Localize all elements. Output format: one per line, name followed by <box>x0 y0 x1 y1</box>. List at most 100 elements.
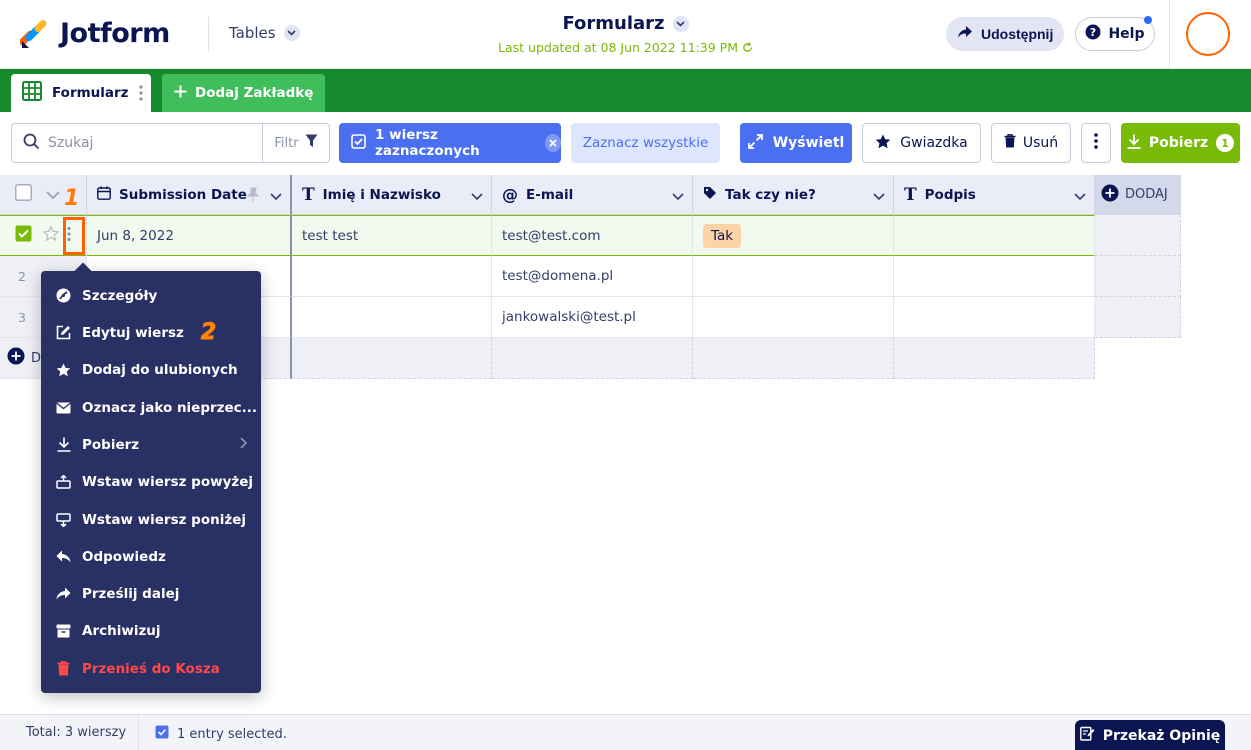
view-button[interactable]: Wyświetl <box>740 123 852 163</box>
feedback-label: Przekaż Opinię <box>1102 727 1221 744</box>
text-icon: T <box>904 184 917 205</box>
menu-item-insert-below[interactable]: Wstaw wiersz poniżej <box>41 501 261 538</box>
archive-icon <box>56 623 71 638</box>
add-row-label: D <box>31 350 42 366</box>
menu-item-download[interactable]: Pobierz <box>41 426 261 463</box>
help-button[interactable]: ? Help <box>1075 16 1155 51</box>
select-all-checkbox[interactable] <box>15 184 32 205</box>
add-tab-button[interactable]: Dodaj Zakładkę <box>162 74 326 112</box>
menu-item-move-to-trash[interactable]: Przenieś do Kosza <box>41 650 261 687</box>
menu-item-reply[interactable]: Odpowiedz <box>41 538 261 575</box>
cell-email[interactable]: test@test.com <box>492 215 693 256</box>
menu-item-forward[interactable]: Prześlij dalej <box>41 575 261 612</box>
download-label: Pobierz <box>1148 135 1209 151</box>
last-updated-text: Last updated at 08 Jun 2022 11:39 PM <box>498 40 738 55</box>
column-header-yes-no[interactable]: Tak czy nie? <box>693 175 894 215</box>
help-icon: ? <box>1085 24 1101 44</box>
tag-icon <box>703 186 717 204</box>
more-options-button[interactable] <box>1081 123 1111 163</box>
pin-icon[interactable] <box>246 187 260 206</box>
chevron-down-icon[interactable] <box>1074 189 1086 205</box>
column-label: Submission Date <box>119 186 247 203</box>
column-header-name[interactable]: T Imię i Nazwisko <box>292 175 492 215</box>
share-button[interactable]: Udostępnij <box>946 17 1065 51</box>
clear-selection-icon[interactable] <box>544 134 561 152</box>
cell-empty <box>1095 297 1181 338</box>
delete-button[interactable]: Usuń <box>991 123 1071 163</box>
expand-icon <box>747 133 763 153</box>
cell-yes-no[interactable] <box>693 256 894 297</box>
cell-email[interactable]: test@domena.pl <box>492 256 693 297</box>
cell-date[interactable]: Jun 8, 2022 <box>87 215 292 256</box>
chevron-down-icon[interactable] <box>672 189 684 205</box>
last-updated: Last updated at 08 Jun 2022 11:39 PM <box>0 40 1251 55</box>
cell-empty <box>492 338 693 379</box>
chevron-down-icon[interactable] <box>270 189 282 205</box>
annotation-step-1: 1 <box>64 186 80 211</box>
menu-item-archive[interactable]: Archiwizuj <box>41 612 261 649</box>
refresh-icon[interactable] <box>742 40 753 55</box>
tab-bar: Formularz Dodaj Zakładkę <box>0 69 1251 112</box>
chevron-down-icon[interactable] <box>873 189 885 205</box>
selected-label: 1 wiersz zaznaczonych <box>375 127 480 159</box>
column-header-email[interactable]: @ E-mail <box>492 175 693 215</box>
cell-signature[interactable] <box>894 215 1095 256</box>
form-title-dropdown[interactable]: Formularz <box>562 13 689 34</box>
edit-icon <box>56 325 71 340</box>
star-icon <box>56 362 71 377</box>
menu-item-add-favorite[interactable]: Dodaj do ulubionych <box>41 351 261 388</box>
reply-icon <box>56 549 71 564</box>
menu-item-label: Przenieś do Kosza <box>82 660 220 677</box>
cell-name[interactable] <box>292 256 492 297</box>
row-checkbox[interactable] <box>15 225 32 246</box>
tab-label: Formularz <box>52 85 129 101</box>
cell-signature[interactable] <box>894 297 1095 338</box>
chevron-down-icon[interactable] <box>471 189 483 205</box>
download-button[interactable]: Pobierz 1 <box>1121 123 1240 163</box>
top-header: Jotform Tables Formularz Last updated at… <box>0 0 1251 69</box>
filter-button[interactable]: Filtr <box>262 124 329 162</box>
feedback-button[interactable]: Przekaż Opinię <box>1075 720 1225 750</box>
add-column-label: DODAJ <box>1125 187 1168 202</box>
tab-options-icon[interactable] <box>139 84 143 106</box>
cell-signature[interactable] <box>894 256 1095 297</box>
search-input[interactable] <box>48 135 248 151</box>
avatar[interactable] <box>1186 12 1230 56</box>
select-all-button[interactable]: Zaznacz wszystkie <box>571 123 720 163</box>
cell-email[interactable]: jankowalski@test.pl <box>492 297 693 338</box>
chevron-down-icon[interactable] <box>46 187 60 203</box>
selected-rows-button[interactable]: 1 wiersz zaznaczonych <box>339 123 561 163</box>
menu-item-label: Odpowiedz <box>82 548 166 565</box>
add-column-button[interactable]: DODAJ <box>1095 175 1181 215</box>
cell-name[interactable]: test test <box>292 215 492 256</box>
menu-item-mark-unread[interactable]: Oznacz jako nieprzec... <box>41 389 261 426</box>
star-button[interactable]: Gwiazdka <box>862 123 981 163</box>
cell-name[interactable] <box>292 297 492 338</box>
tab-formularz[interactable]: Formularz <box>11 74 151 112</box>
search-box[interactable]: Filtr <box>11 123 330 163</box>
filter-label: Filtr <box>274 135 299 151</box>
calendar-icon <box>97 186 111 204</box>
more-vertical-icon <box>1094 133 1098 153</box>
menu-item-insert-above[interactable]: Wstaw wiersz powyżej <box>41 463 261 500</box>
row-context-menu: Szczegóły Edytuj wiersz 2 Dodaj do ulubi… <box>41 262 261 693</box>
column-label: E-mail <box>526 186 574 203</box>
menu-item-edit-row[interactable]: Edytuj wiersz 2 <box>41 314 261 351</box>
cell-yes-no[interactable]: Tak <box>693 215 894 256</box>
star-outline-icon[interactable] <box>42 225 60 245</box>
help-label: Help <box>1108 26 1145 42</box>
chevron-down-icon <box>283 25 300 41</box>
menu-item-label: Wstaw wiersz poniżej <box>82 511 246 528</box>
star-icon <box>875 134 891 153</box>
chevron-right-icon <box>240 437 248 453</box>
cell-yes-no[interactable] <box>693 297 894 338</box>
column-header-signature[interactable]: T Podpis <box>894 175 1095 215</box>
column-header-submission-date[interactable]: Submission Date <box>87 175 292 215</box>
menu-item-details[interactable]: Szczegóły <box>41 277 261 314</box>
star-label: Gwiazdka <box>900 135 968 151</box>
menu-item-label: Wstaw wiersz powyżej <box>82 473 254 490</box>
page-title: Formularz <box>562 13 665 34</box>
search-icon <box>23 133 40 154</box>
column-label: Imię i Nazwisko <box>322 186 441 203</box>
menu-item-label: Prześlij dalej <box>82 585 180 602</box>
